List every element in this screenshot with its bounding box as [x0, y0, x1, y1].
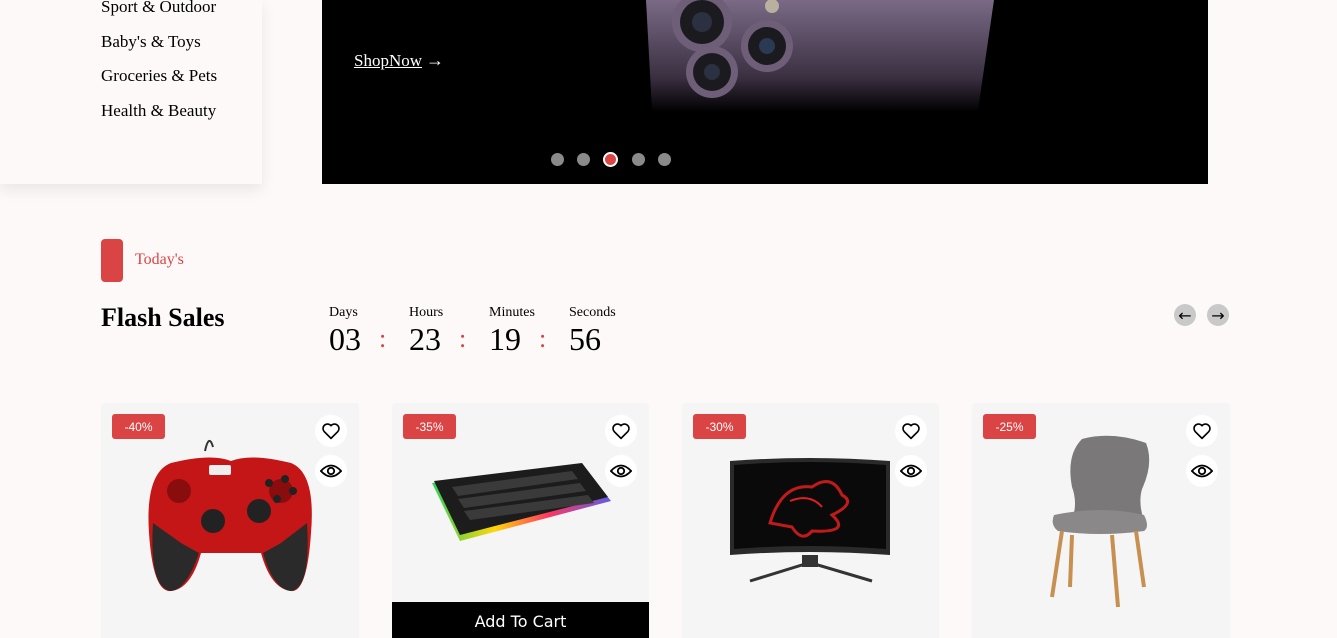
eye-icon [320, 464, 342, 478]
arrow-left-icon: ← [1178, 305, 1192, 325]
countdown-separator: : [539, 324, 547, 353]
product-card[interactable]: -35% Add To Cart [392, 403, 649, 638]
countdown-hours-value: 23 [409, 321, 441, 357]
countdown-minutes-label: Minutes [489, 305, 535, 320]
arrow-right-icon: → [1211, 305, 1225, 325]
eye-icon [610, 464, 632, 478]
carousel-dot-5[interactable] [658, 153, 671, 166]
heart-icon [1193, 423, 1211, 440]
countdown-hours-label: Hours [409, 305, 444, 320]
carousel-dot-3[interactable] [603, 152, 618, 167]
shop-now-label: ShopNow [354, 51, 423, 70]
carousel-dot-4[interactable] [632, 153, 645, 166]
sidebar-item-groceries-pets[interactable]: Groceries & Pets [101, 66, 217, 86]
section-tag: Today's [135, 251, 184, 268]
discount-badge: -25% [983, 414, 1036, 439]
carousel-dot-2[interactable] [577, 153, 590, 166]
eye-icon [1191, 464, 1213, 478]
next-arrow-button[interactable]: → [1207, 304, 1229, 326]
discount-badge: -40% [112, 414, 165, 439]
section-title: Flash Sales [101, 303, 225, 332]
quick-view-button[interactable] [895, 455, 927, 487]
add-to-cart-button[interactable]: Add To Cart [392, 602, 649, 638]
category-sidebar: Sport & Outdoor Baby's & Toys Groceries … [0, 0, 262, 184]
eye-icon [900, 464, 922, 478]
countdown-days-value: 03 [329, 321, 361, 357]
discount-badge: -30% [693, 414, 746, 439]
sidebar-item-babys-toys[interactable]: Baby's & Toys [101, 32, 201, 52]
wishlist-button[interactable] [605, 415, 637, 447]
product-card[interactable]: -25% [972, 403, 1230, 638]
product-card[interactable]: -40% [101, 403, 359, 638]
section-tag-bar [101, 239, 123, 282]
countdown-minutes-value: 19 [489, 321, 521, 357]
countdown-seconds-value: 56 [569, 321, 601, 357]
quick-view-button[interactable] [1186, 455, 1218, 487]
countdown-days-label: Days [329, 305, 358, 320]
phone-image [646, 0, 994, 140]
carousel-dot-1[interactable] [551, 153, 564, 166]
heart-icon [902, 423, 920, 440]
heart-icon [612, 423, 630, 440]
quick-view-button[interactable] [315, 455, 347, 487]
product-card[interactable]: -30% [682, 403, 939, 638]
heart-icon [322, 423, 340, 440]
shop-now-link[interactable]: ShopNow → [354, 50, 444, 71]
sidebar-item-health-beauty[interactable]: Health & Beauty [101, 101, 216, 121]
wishlist-button[interactable] [895, 415, 927, 447]
hero-banner: ShopNow → [322, 0, 1208, 184]
prev-arrow-button[interactable]: ← [1174, 304, 1196, 326]
sidebar-item-sport-outdoor[interactable]: Sport & Outdoor [101, 0, 216, 17]
countdown-separator: : [459, 324, 467, 353]
wishlist-button[interactable] [315, 415, 347, 447]
countdown-separator: : [379, 324, 387, 353]
quick-view-button[interactable] [605, 455, 637, 487]
discount-badge: -35% [403, 414, 456, 439]
wishlist-button[interactable] [1186, 415, 1218, 447]
arrow-right-icon: → [426, 50, 445, 70]
countdown-seconds-label: Seconds [569, 305, 616, 320]
